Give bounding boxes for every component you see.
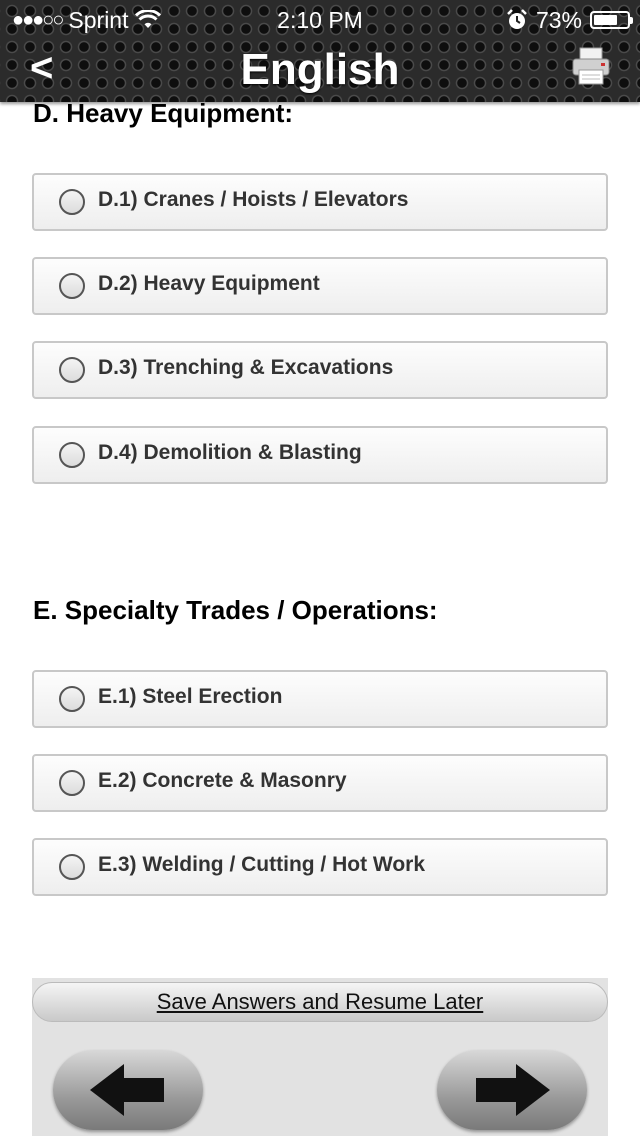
- option-d2-heavy-equipment[interactable]: D.2) Heavy Equipment: [32, 257, 608, 315]
- next-button[interactable]: [437, 1050, 587, 1130]
- option-d1-cranes[interactable]: D.1) Cranes / Hoists / Elevators: [32, 173, 608, 231]
- option-label: E.1) Steel Erection: [98, 685, 283, 708]
- section-heading-specialty-trades: E. Specialty Trades / Operations:: [33, 595, 438, 625]
- save-resume-button[interactable]: Save Answers and Resume Later: [32, 982, 608, 1022]
- alarm-icon: [506, 9, 528, 31]
- status-bar: ●●●○○ Sprint 2:10 PM 73%: [0, 0, 640, 40]
- option-label: E.2) Concrete & Masonry: [98, 769, 347, 792]
- option-e1-steel-erection[interactable]: E.1) Steel Erection: [32, 670, 608, 728]
- option-e3-welding[interactable]: E.3) Welding / Cutting / Hot Work: [32, 838, 608, 896]
- battery-level: [594, 15, 618, 25]
- nav-bar: < English: [0, 40, 640, 100]
- radio-button[interactable]: [59, 770, 85, 796]
- option-d3-trenching[interactable]: D.3) Trenching & Excavations: [32, 341, 608, 399]
- top-bar: ●●●○○ Sprint 2:10 PM 73% < English: [0, 0, 640, 102]
- printer-icon: [572, 47, 610, 90]
- option-label: E.3) Welding / Cutting / Hot Work: [98, 853, 426, 876]
- option-label: D.1) Cranes / Hoists / Elevators: [98, 188, 409, 211]
- option-label: D.4) Demolition & Blasting: [98, 441, 362, 464]
- option-d4-demolition[interactable]: D.4) Demolition & Blasting: [32, 426, 608, 484]
- option-label: D.2) Heavy Equipment: [98, 272, 320, 295]
- radio-button[interactable]: [59, 442, 85, 468]
- radio-button[interactable]: [59, 357, 85, 383]
- battery-percent: 73%: [535, 7, 582, 33]
- print-button[interactable]: [572, 46, 610, 91]
- battery-icon: [590, 11, 633, 29]
- radio-button[interactable]: [59, 273, 85, 299]
- page-title: English: [240, 45, 400, 94]
- radio-button[interactable]: [59, 686, 85, 712]
- radio-button[interactable]: [59, 854, 85, 880]
- radio-button[interactable]: [59, 189, 85, 215]
- option-e2-concrete[interactable]: E.2) Concrete & Masonry: [32, 754, 608, 812]
- footer-bar: Save Answers and Resume Later: [32, 978, 608, 1136]
- previous-button[interactable]: [53, 1050, 203, 1130]
- section-heading-heavy-equipment: D. Heavy Equipment:: [33, 98, 294, 128]
- option-label: D.3) Trenching & Excavations: [98, 356, 394, 379]
